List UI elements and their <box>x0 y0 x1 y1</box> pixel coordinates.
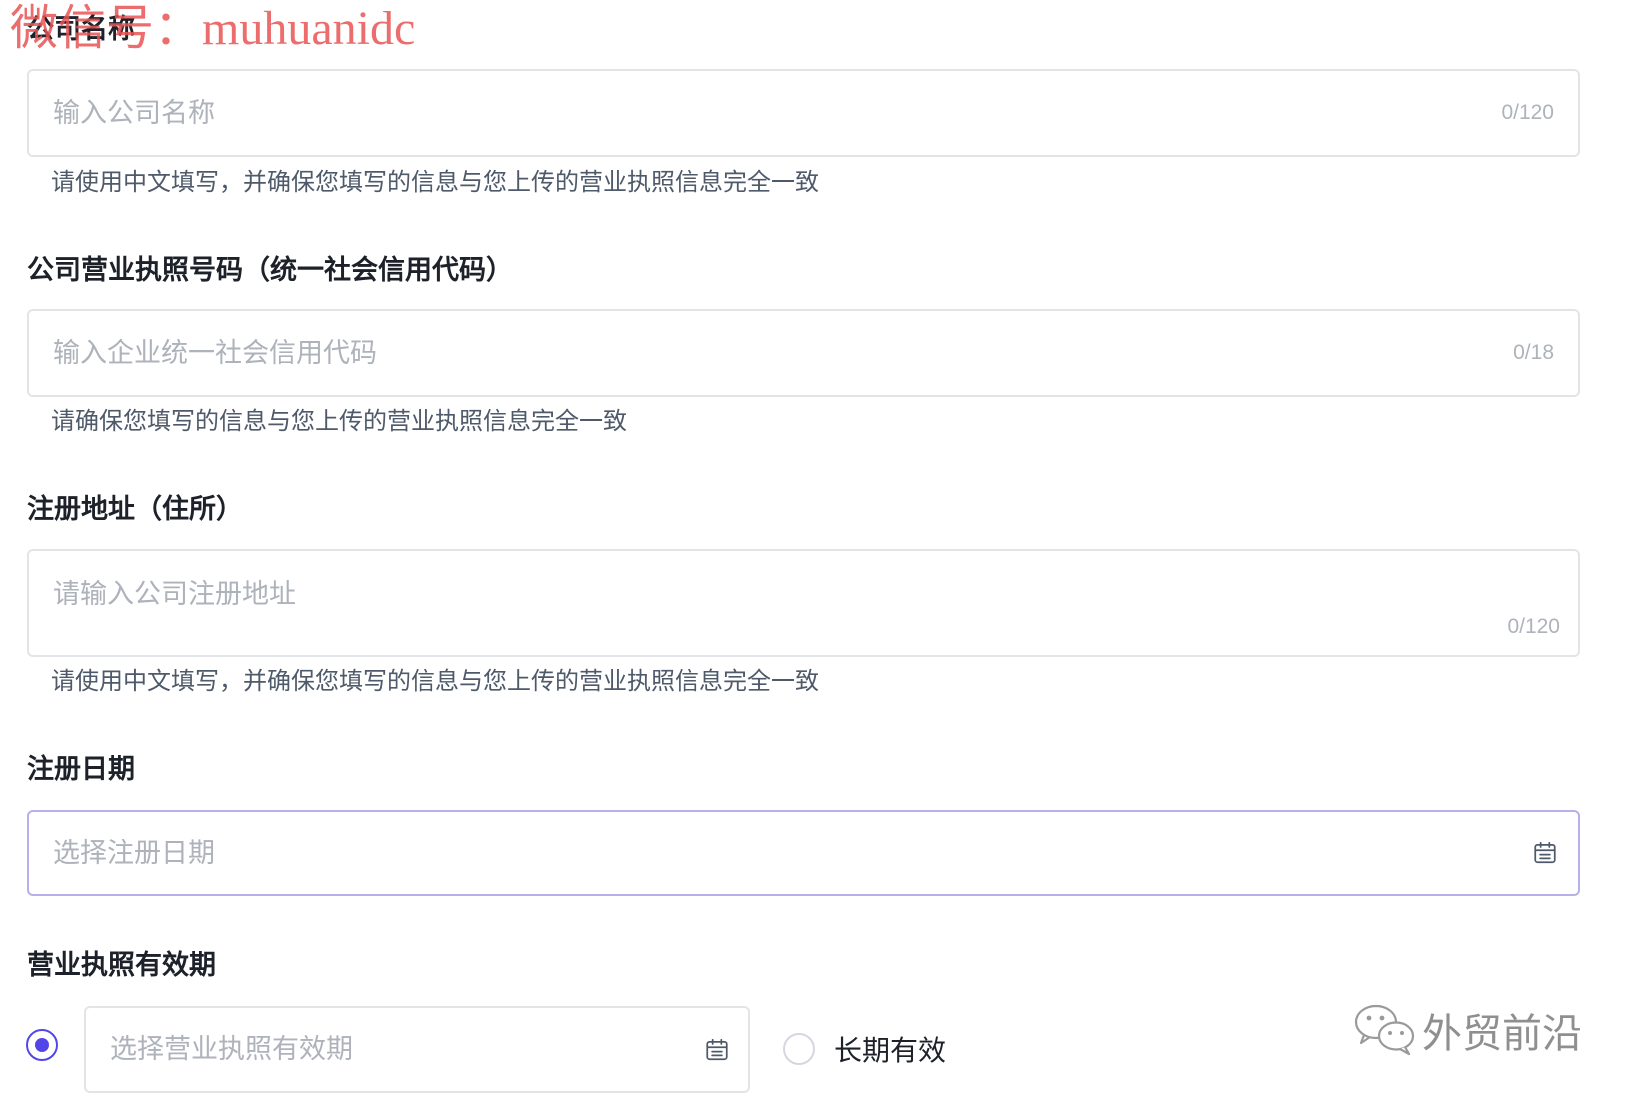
calendar-icon[interactable] <box>1532 840 1558 866</box>
wechat-account-name: 外贸前沿 <box>1422 1012 1582 1056</box>
registered-address-char-counter: 0/120 <box>1507 615 1560 638</box>
registration-date-label: 注册日期 <box>27 754 135 784</box>
registered-address-textarea[interactable] <box>29 551 1578 655</box>
license-validity-date-input[interactable] <box>86 1008 748 1091</box>
company-info-form: 微信号：muhuanidc 公司名称 0/120 请使用中文填写，并确保您填写的… <box>0 0 1638 1100</box>
wechat-icon <box>1354 1004 1415 1056</box>
company-name-input[interactable] <box>29 71 1578 155</box>
company-name-helper-text: 请使用中文填写，并确保您填写的信息与您上传的营业执照信息完全一致 <box>51 169 819 196</box>
license-number-input[interactable] <box>29 311 1578 395</box>
wechat-account-watermark: 外贸前沿 <box>1352 1000 1582 1060</box>
registration-date-picker[interactable] <box>27 810 1580 896</box>
radio-dot <box>35 1038 49 1052</box>
calendar-icon[interactable] <box>704 1037 730 1063</box>
license-number-label: 公司营业执照号码（统一社会信用代码） <box>27 255 513 285</box>
registered-address-helper-text: 请使用中文填写，并确保您填写的信息与您上传的营业执照信息完全一致 <box>51 668 819 695</box>
license-number-field[interactable]: 0/18 <box>27 309 1580 397</box>
license-number-helper-text: 请确保您填写的信息与您上传的营业执照信息完全一致 <box>51 408 627 435</box>
license-number-char-counter: 0/18 <box>1513 341 1554 364</box>
registered-address-label: 注册地址（住所） <box>27 494 243 524</box>
company-name-char-counter: 0/120 <box>1501 101 1554 124</box>
registered-address-field[interactable]: 0/120 <box>27 549 1580 657</box>
fixed-period-radio[interactable] <box>26 1029 58 1061</box>
watermark-text: 微信号：muhuanidc <box>10 2 416 55</box>
company-name-field[interactable]: 0/120 <box>27 69 1580 157</box>
long-term-radio-label[interactable]: 长期有效 <box>834 1034 946 1068</box>
registration-date-input[interactable] <box>29 812 1578 894</box>
license-validity-label: 营业执照有效期 <box>27 950 216 980</box>
long-term-radio[interactable] <box>783 1033 815 1065</box>
license-validity-date-picker[interactable] <box>84 1006 750 1093</box>
